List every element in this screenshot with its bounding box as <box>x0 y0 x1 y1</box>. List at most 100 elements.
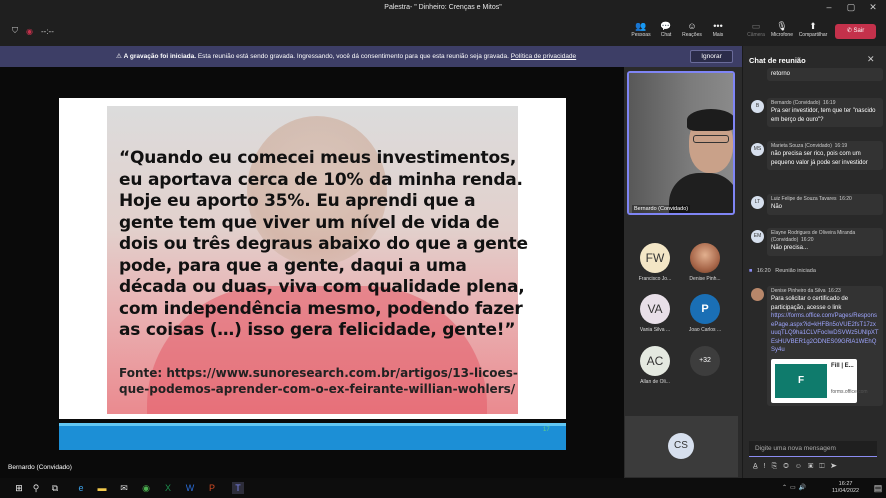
mail-icon[interactable]: ✉ <box>118 482 130 494</box>
message-time: 16:19 <box>822 100 836 106</box>
avatar <box>751 288 764 301</box>
excel-icon[interactable]: X <box>162 482 174 494</box>
meeting-started-event: ■ 16:20 Reunião iniciada <box>749 268 816 274</box>
system-tray[interactable]: ⌃▭🔊 <box>782 484 809 491</box>
presentation-slide: “Quando eu comecei meus investimentos, e… <box>59 98 566 450</box>
format-icon[interactable]: A̲ <box>753 463 764 470</box>
card-title: Fill | E... <box>831 362 854 369</box>
message-author: Bernardo (Convidado) <box>771 100 821 106</box>
leave-button[interactable]: ✆ Sair <box>835 24 876 39</box>
record-icon: ◉ <box>26 26 33 36</box>
participant-tile[interactable]: VA Vania Silva ... <box>628 294 682 333</box>
avatar: AC <box>640 346 670 376</box>
mic-muted-icon: 🎙 <box>776 21 788 31</box>
message-text: Não precisa... <box>771 245 809 251</box>
meeting-timer: --:-- <box>40 26 54 36</box>
camera-button[interactable]: ▭ Câmera <box>742 20 770 38</box>
people-button[interactable]: 👥 Pessoas <box>627 20 655 38</box>
privacy-policy-link[interactable]: Política de privacidade <box>511 53 576 60</box>
slide-quote: “Quando eu comecei meus investimentos, e… <box>119 148 528 340</box>
taskbar-clock[interactable]: 16:27 11/04/2022 <box>832 481 859 495</box>
participant-tile[interactable]: Denise Pinh... <box>678 243 732 282</box>
close-icon[interactable]: ✕ <box>867 54 875 65</box>
priority-icon[interactable]: ! <box>764 463 772 470</box>
certificate-link[interactable]: https://forms.office.com/Pages/ResponseP… <box>771 312 879 355</box>
attach-icon[interactable]: ⎘ <box>772 463 784 470</box>
chat-icon: 💬 <box>660 21 672 31</box>
emoji-icon[interactable]: ☺ <box>795 463 808 470</box>
task-view-icon[interactable]: ⧉ <box>49 482 61 494</box>
sticker-icon[interactable]: ◫ <box>819 463 830 470</box>
slide-footer-bar: 17 <box>59 423 566 450</box>
more-button[interactable]: ••• Mais <box>704 20 732 38</box>
notifications-icon[interactable]: ▤ <box>872 482 884 494</box>
message-compose-input[interactable]: Digite uma nova mensagem <box>749 441 877 457</box>
forms-logo-icon: F <box>775 363 827 398</box>
message-text: Pra ser investidor, tem que ter "nascido… <box>771 108 876 123</box>
presenter-label: Bernardo (Convidado) <box>8 464 72 471</box>
gif-icon[interactable]: ▣ <box>808 463 819 470</box>
phone-icon: ✆ <box>846 28 852 34</box>
event-time: 16:20 <box>756 268 771 274</box>
share-icon: ⬆ <box>809 21 817 31</box>
chrome-icon[interactable]: ◉ <box>140 482 152 494</box>
shield-icon: ⛉ <box>12 26 18 35</box>
search-icon[interactable]: ⚲ <box>30 482 42 494</box>
share-button[interactable]: ⬆ Compartilhar <box>796 20 830 38</box>
avatar: B <box>751 100 764 113</box>
people-icon: 👥 <box>635 21 647 31</box>
message-time: 16:23 <box>828 288 841 294</box>
participant-tile[interactable]: P Joao Carlos ... <box>678 294 732 333</box>
slide-source: Fonte: https://www.sunoresearch.com.br/a… <box>119 366 518 396</box>
reactions-button[interactable]: ☺ Reações <box>678 20 706 38</box>
powerpoint-icon[interactable]: P <box>206 482 218 494</box>
message-text: não precisa ser rico, pois com um pequen… <box>771 151 868 166</box>
mic-button[interactable]: 🎙 Microfone <box>768 20 796 38</box>
banner-title: A gravação foi iniciada. <box>123 53 197 60</box>
message-author: Denise Pinheiro da Silva <box>771 288 826 294</box>
close-window-icon[interactable]: ✕ <box>864 2 882 13</box>
more-icon: ••• <box>713 21 723 31</box>
card-domain: forms.office.com <box>831 388 868 395</box>
ignore-button[interactable]: Ignorar <box>690 50 733 63</box>
send-icon[interactable]: ➤ <box>831 463 843 470</box>
teams-icon[interactable]: T <box>232 482 244 494</box>
message-time: 16:20 <box>839 196 852 202</box>
avatar: EM <box>751 230 764 243</box>
message-time: 16:19 <box>834 143 848 149</box>
recording-banner: ⚠ A gravação foi iniciada. Esta reunião … <box>0 46 742 67</box>
participant-name: Denise Pinh... <box>689 276 721 282</box>
avatar <box>690 243 720 273</box>
compose-toolbar: A̲!⎘◎☺▣◫➤ <box>753 463 881 471</box>
more-participants-button[interactable]: +32 <box>690 346 720 376</box>
minimize-icon[interactable]: – <box>820 2 838 12</box>
participant-tile-large[interactable]: CS <box>625 416 738 477</box>
message-text: Não <box>771 204 783 210</box>
chat-header: Chat de reunião <box>749 56 806 65</box>
window-title: Palestra- " Dinheiro: Crenças e Mitos" <box>384 4 502 11</box>
chat-button[interactable]: 💬 Chat <box>652 20 680 38</box>
participant-name: Allan de Oli... <box>640 379 670 385</box>
message-author: Luiz Felipe de Souza Tavares <box>771 196 837 202</box>
file-explorer-icon[interactable]: ▬ <box>96 482 108 494</box>
message-author: Marieta Souza (Convidado) <box>771 143 832 149</box>
participants-column: Bernardo (Convidado) FW Francisco Jo... … <box>624 67 742 478</box>
warning-icon: ⚠ <box>116 53 122 60</box>
maximize-icon[interactable]: ▢ <box>842 2 860 13</box>
word-icon[interactable]: W <box>184 482 196 494</box>
edge-icon[interactable]: e <box>75 482 87 494</box>
video-tile-name: Bernardo (Convidado) <box>632 205 691 213</box>
message-time: 16:20 <box>801 237 814 243</box>
participant-tile[interactable]: FW Francisco Jo... <box>628 243 682 282</box>
avatar: VA <box>640 294 670 324</box>
loop-icon[interactable]: ◎ <box>783 463 795 470</box>
avatar: CS <box>668 433 694 459</box>
windows-start-icon[interactable]: ⊞ <box>13 482 25 494</box>
video-tile-self[interactable]: Bernardo (Convidado) <box>627 71 735 215</box>
reactions-icon: ☺ <box>687 21 697 31</box>
avatar: MS <box>751 143 764 156</box>
participant-tile[interactable]: AC Allan de Oli... <box>628 346 682 385</box>
title-bar: Palestra- " Dinheiro: Crenças e Mitos" –… <box>0 0 886 18</box>
link-preview-card[interactable]: F Fill | E... forms.office.com <box>771 358 868 403</box>
avatar: FW <box>640 243 670 273</box>
